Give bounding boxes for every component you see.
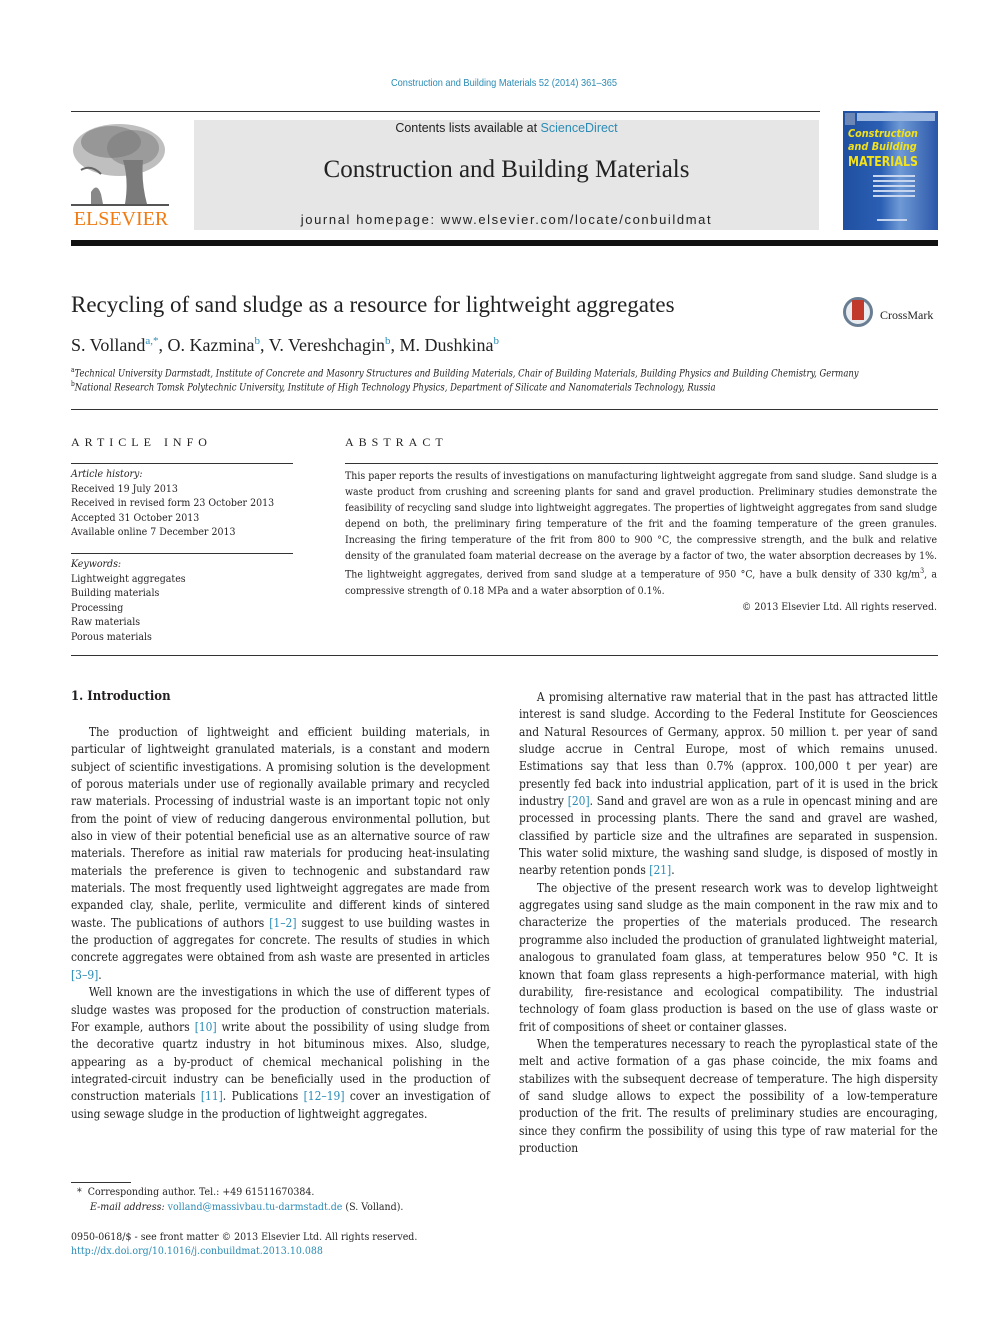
citation-link[interactable]: [3–9] xyxy=(71,968,98,982)
author-affiliation-mark[interactable]: a,* xyxy=(145,335,158,347)
cover-title: Construction and Building xyxy=(848,127,918,153)
affiliation-text: Technical University Darmstadt, Institut… xyxy=(74,368,859,380)
keyword-item: Raw materials xyxy=(71,616,141,628)
contents-prefix: Contents lists available at xyxy=(395,121,541,135)
paragraph: A promising alternative raw material tha… xyxy=(519,690,938,878)
cover-title-line3: MATERIALS xyxy=(848,155,918,170)
abstract-rule xyxy=(345,463,938,464)
keyword-item: Building materials xyxy=(71,587,160,599)
article-info-heading: ARTICLE INFO xyxy=(71,435,212,449)
citation-link[interactable]: [11] xyxy=(201,1089,223,1103)
author-name[interactable]: O. Kazmina xyxy=(168,335,255,355)
abstract-text: This paper reports the results of invest… xyxy=(345,470,938,597)
footnote-star: * xyxy=(77,1186,82,1198)
crossmark-icon xyxy=(843,297,873,327)
crossmark-button[interactable]: CrossMark xyxy=(843,297,938,333)
citation-link[interactable]: [21] xyxy=(649,863,671,877)
abstract-copyright: © 2013 Elsevier Ltd. All rights reserved… xyxy=(741,600,938,613)
email-note: E-mail address: volland@massivbau.tu-dar… xyxy=(90,1200,403,1215)
history-item: Received in revised form 23 October 2013 xyxy=(71,497,275,509)
keywords: Keywords: Lightweight aggregates Buildin… xyxy=(71,557,301,644)
journal-homepage[interactable]: journal homepage: www.elsevier.com/locat… xyxy=(194,212,819,227)
author-affiliation-mark[interactable]: b xyxy=(493,335,499,347)
header-thick-rule xyxy=(71,240,938,246)
keyword-item: Porous materials xyxy=(71,630,152,643)
body-column-left: The production of lightweight and effici… xyxy=(71,724,490,1123)
history-item: Available online 7 December 2013 xyxy=(71,526,236,538)
cover-title-line2: and Building xyxy=(848,140,917,153)
footnote-rule xyxy=(71,1182,131,1183)
author-affiliation-mark[interactable]: b xyxy=(254,335,260,347)
cover-footer xyxy=(877,219,907,221)
email-suffix: (S. Volland). xyxy=(342,1201,404,1213)
body-column-right: A promising alternative raw material tha… xyxy=(519,689,938,1157)
article-info-rule xyxy=(71,463,293,464)
journal-cover-image: Construction and Building MATERIALS xyxy=(843,111,938,230)
affiliation: bNational Research Tomsk Polytechnic Uni… xyxy=(71,380,716,393)
elsevier-wordmark: ELSEVIER xyxy=(73,208,169,230)
corresponding-author-note: * Corresponding author. Tel.: +49 615116… xyxy=(71,1185,314,1200)
paragraph: Well known are the investigations in whi… xyxy=(71,985,490,1121)
paragraph: When the temperatures necessary to reach… xyxy=(519,1036,938,1155)
doi-link[interactable]: http://dx.doi.org/10.1016/j.conbuildmat.… xyxy=(71,1244,323,1259)
crossmark-label: CrossMark xyxy=(880,308,934,322)
sciencedirect-link[interactable]: ScienceDirect xyxy=(541,121,618,135)
email-link[interactable]: volland@massivbau.tu-darmstadt.de xyxy=(168,1201,343,1213)
cover-publisher-tag xyxy=(845,113,855,125)
journal-reference-link[interactable]: Construction and Building Materials 52 (… xyxy=(60,77,947,89)
affiliation: aTechnical University Darmstadt, Institu… xyxy=(71,366,859,379)
header-top-rule xyxy=(71,111,820,112)
citation-link[interactable]: [20] xyxy=(568,794,590,808)
journal-title: Construction and Building Materials xyxy=(323,156,690,183)
paragraph: The production of lightweight and effici… xyxy=(71,725,490,982)
author-name[interactable]: V. Vereshchagin xyxy=(269,335,385,355)
title-block-rule xyxy=(71,409,938,410)
keyword-item: Lightweight aggregates xyxy=(71,572,186,585)
citation-link[interactable]: [12–19] xyxy=(304,1089,345,1103)
keywords-rule xyxy=(71,553,293,554)
cover-title-line1: Construction xyxy=(848,127,918,140)
keywords-label: Keywords: xyxy=(71,558,122,570)
cover-strip xyxy=(857,113,935,121)
citation-link[interactable]: [1–2] xyxy=(269,916,296,930)
history-item: Received 19 July 2013 xyxy=(71,482,178,495)
keyword-item: Processing xyxy=(71,601,124,614)
issn-line: 0950-0618/$ - see front matter © 2013 El… xyxy=(71,1231,418,1243)
contents-line: Contents lists available at ScienceDirec… xyxy=(194,121,819,135)
article-title: Recycling of sand sludge as a resource f… xyxy=(71,292,675,317)
abstract-bottom-rule xyxy=(71,655,938,656)
article-history: Article history: Received 19 July 2013 R… xyxy=(71,467,301,540)
email-label: E-mail address: xyxy=(90,1201,165,1213)
affiliation-text: National Research Tomsk Polytechnic Univ… xyxy=(74,382,716,394)
article-history-label: Article history: xyxy=(71,468,143,480)
paragraph: The objective of the present research wo… xyxy=(519,880,938,1034)
section-heading-introduction: 1. Introduction xyxy=(71,689,171,704)
citation-link[interactable]: [10] xyxy=(195,1020,217,1034)
author-affiliation-mark[interactable]: b xyxy=(385,335,391,347)
author-name[interactable]: M. Dushkina xyxy=(399,335,493,355)
history-item: Accepted 31 October 2013 xyxy=(71,511,200,524)
author-name[interactable]: S. Volland xyxy=(71,335,145,355)
corresponding-author-text: Corresponding author. Tel.: +49 61511670… xyxy=(87,1186,315,1198)
cover-subtitle-lines xyxy=(873,175,915,200)
abstract: This paper reports the results of invest… xyxy=(345,469,937,616)
abstract-heading: ABSTRACT xyxy=(345,435,448,449)
author-list: S. Vollanda,*, O. Kazminab, V. Vereshcha… xyxy=(71,335,499,355)
journal-banner: Contents lists available at ScienceDirec… xyxy=(194,120,819,230)
